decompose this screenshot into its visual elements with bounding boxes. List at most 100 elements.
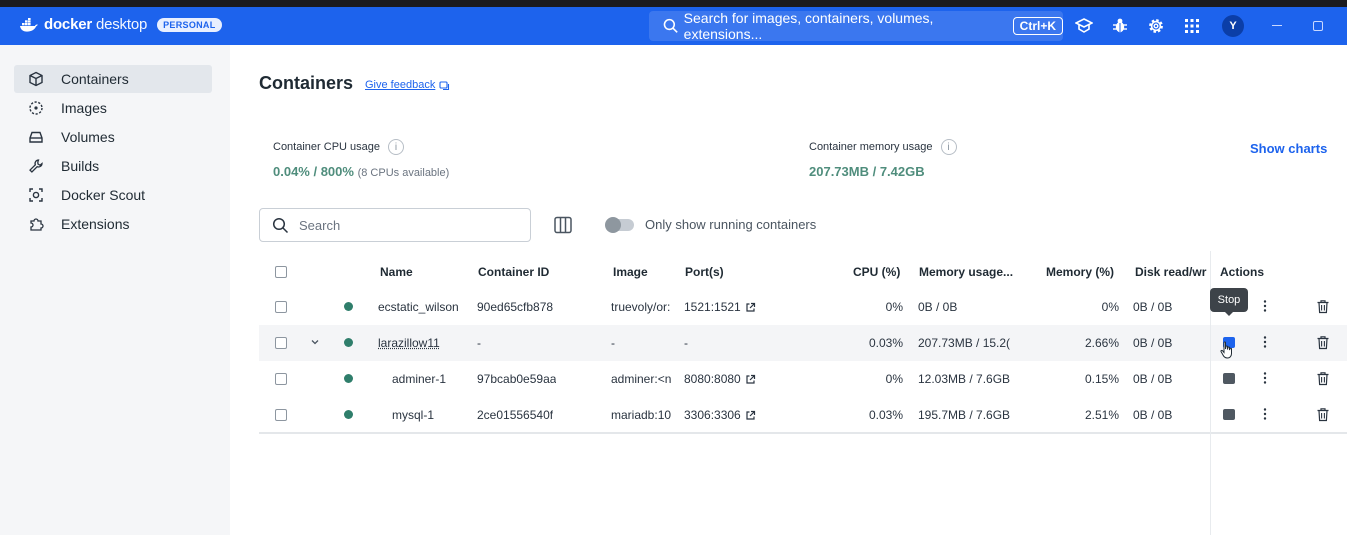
image-name[interactable]: mariadb:10 — [611, 408, 677, 422]
table-bottom-border — [259, 432, 1347, 434]
cpu-percent: 0% — [853, 300, 903, 314]
port-link[interactable]: 1521:1521 — [684, 300, 756, 314]
docker-logo[interactable]: docker desktop PERSONAL — [20, 16, 222, 33]
cpu-usage-label: Container CPU usage i — [273, 139, 404, 155]
container-name[interactable]: adminer-1 — [392, 372, 446, 386]
port-link[interactable]: 3306:3306 — [684, 408, 756, 422]
feedback-icon — [439, 80, 450, 91]
select-all-checkbox[interactable] — [275, 266, 287, 278]
delete-trash-icon[interactable] — [1316, 335, 1330, 350]
table-row[interactable]: mysql-1 2ce01556540f mariadb:10 3306:330… — [259, 397, 1347, 433]
bug-report-icon[interactable] — [1111, 17, 1129, 35]
running-only-label: Only show running containers — [645, 217, 816, 232]
disk-rw: 0B / 0B — [1133, 372, 1172, 386]
disk-rw: 0B / 0B — [1133, 408, 1172, 422]
sidebar-item-label: Extensions — [61, 216, 129, 232]
memory-percent: 0.15% — [1049, 372, 1119, 386]
global-search[interactable]: Search for images, containers, volumes, … — [649, 11, 1063, 41]
docker-whale-icon — [20, 18, 38, 32]
column-name[interactable]: Name — [380, 265, 413, 279]
container-name[interactable]: mysql-1 — [392, 408, 434, 422]
more-options-icon[interactable] — [1259, 371, 1271, 385]
table-row[interactable]: ecstatic_wilson 90ed65cfb878 truevoly/or… — [259, 289, 1347, 325]
scout-icon — [28, 187, 44, 203]
columns-toggle-icon[interactable] — [553, 215, 573, 235]
memory-usage-label-text: Container memory usage — [809, 141, 933, 153]
container-id: 2ce01556540f — [477, 408, 553, 422]
row-checkbox[interactable] — [275, 337, 287, 349]
sidebar-item-volumes[interactable]: Volumes — [14, 123, 212, 151]
table-row[interactable]: adminer-1 97bcab0e59aa adminer:<n 8080:8… — [259, 361, 1347, 397]
container-id: 90ed65cfb878 — [477, 300, 553, 314]
row-checkbox[interactable] — [275, 373, 287, 385]
image-name[interactable]: truevoly/or: — [611, 300, 677, 314]
toggle-knob — [605, 217, 621, 233]
more-options-icon[interactable] — [1259, 335, 1271, 349]
stop-tooltip: Stop — [1210, 288, 1248, 312]
page-title: Containers — [259, 73, 353, 94]
sidebar-item-extensions[interactable]: Extensions — [14, 210, 212, 238]
sidebar-item-docker-scout[interactable]: Docker Scout — [14, 181, 212, 209]
sidebar-item-containers[interactable]: Containers — [14, 65, 212, 93]
cpu-count-note: (8 CPUs available) — [358, 167, 450, 179]
container-name[interactable]: ecstatic_wilson — [378, 300, 468, 314]
column-ports[interactable]: Port(s) — [685, 265, 724, 279]
container-name[interactable]: larazillow11 — [378, 336, 468, 350]
show-charts-button[interactable]: Show charts — [1250, 141, 1327, 156]
window-top-strip — [0, 0, 1347, 7]
apps-grid-icon[interactable] — [1183, 17, 1201, 35]
sidebar-item-builds[interactable]: Builds — [14, 152, 212, 180]
info-icon[interactable]: i — [388, 139, 404, 155]
more-options-icon[interactable] — [1259, 299, 1271, 313]
delete-trash-icon[interactable] — [1316, 371, 1330, 386]
column-image[interactable]: Image — [613, 265, 648, 279]
user-avatar[interactable]: Y — [1222, 15, 1244, 37]
column-actions: Actions — [1220, 265, 1264, 279]
port-text: 1521:1521 — [684, 300, 741, 314]
more-options-icon[interactable] — [1259, 407, 1271, 421]
row-checkbox[interactable] — [275, 409, 287, 421]
column-cpu[interactable]: CPU (%) — [853, 265, 900, 279]
settings-gear-icon[interactable] — [1147, 17, 1165, 35]
memory-usage: 0B / 0B — [918, 300, 1021, 314]
port-link[interactable]: 8080:8080 — [684, 372, 756, 386]
image-name[interactable]: adminer:<n — [611, 372, 677, 386]
disk-rw: 0B / 0B — [1133, 336, 1172, 350]
stop-button[interactable] — [1223, 373, 1235, 384]
column-container-id[interactable]: Container ID — [478, 265, 549, 279]
app-name: docker desktop — [44, 16, 147, 33]
info-icon[interactable]: i — [941, 139, 957, 155]
table-row-group[interactable]: larazillow11 - - - 0.03% 207.73MB / 15.2… — [259, 325, 1347, 361]
memory-usage: 207.73MB / 15.2( — [918, 336, 1021, 350]
running-only-toggle[interactable] — [606, 219, 634, 231]
cpu-usage-value-text: 0.04% / 800% — [273, 164, 354, 179]
column-memory-percent[interactable]: Memory (%) — [1046, 265, 1114, 279]
plan-badge: PERSONAL — [157, 18, 221, 32]
delete-trash-icon[interactable] — [1316, 407, 1330, 422]
disk-rw: 0B / 0B — [1133, 300, 1172, 314]
global-search-placeholder: Search for images, containers, volumes, … — [684, 10, 1009, 42]
column-disk[interactable]: Disk read/wr — [1135, 265, 1209, 279]
sidebar-item-label: Images — [61, 100, 107, 116]
container-search[interactable] — [259, 208, 531, 242]
stop-button[interactable] — [1223, 409, 1235, 420]
search-icon — [663, 18, 679, 34]
maximize-button[interactable] — [1313, 21, 1323, 31]
chevron-down-icon[interactable] — [309, 336, 321, 348]
minimize-button[interactable] — [1272, 25, 1282, 26]
container-id: - — [477, 336, 481, 350]
hand-cursor-icon — [1220, 341, 1234, 359]
cpu-percent: 0.03% — [853, 408, 903, 422]
column-memory-usage[interactable]: Memory usage... — [919, 265, 1013, 279]
extensions-puzzle-icon — [28, 216, 44, 232]
learning-center-icon[interactable] — [1075, 17, 1093, 35]
give-feedback-link[interactable]: Give feedback — [365, 79, 450, 91]
memory-percent: 0% — [1049, 300, 1119, 314]
row-checkbox[interactable] — [275, 301, 287, 313]
running-status-dot — [344, 374, 353, 383]
search-input[interactable] — [299, 218, 519, 233]
memory-usage: 12.03MB / 7.6GB — [918, 372, 1021, 386]
search-icon — [272, 217, 289, 234]
delete-trash-icon[interactable] — [1316, 299, 1330, 314]
sidebar-item-images[interactable]: Images — [14, 94, 212, 122]
